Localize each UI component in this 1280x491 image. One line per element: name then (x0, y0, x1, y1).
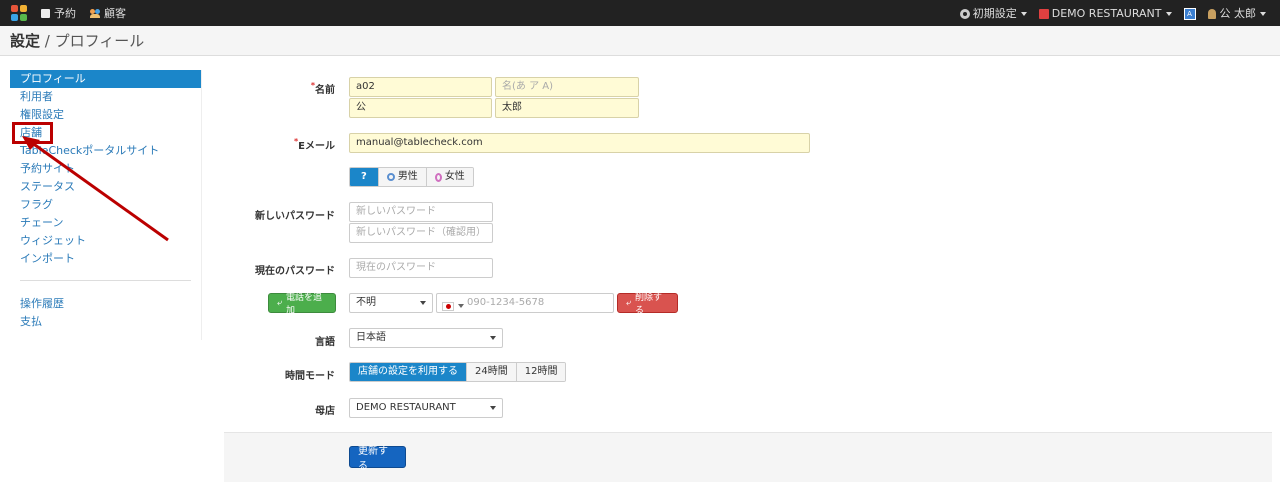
submit-button[interactable]: 更新する (349, 446, 406, 472)
gender-unknown-button[interactable]: ? (350, 168, 379, 186)
page-section: 設定 (10, 32, 41, 50)
time-mode-12h-button[interactable]: 12時間 (516, 363, 566, 381)
phone-type-select[interactable]: 不明 (349, 293, 433, 313)
current-password-input[interactable]: 現在のパスワード (349, 258, 493, 278)
current-password-label: 現在のパスワード (255, 266, 335, 277)
app-logo[interactable] (11, 5, 27, 21)
male-icon (386, 173, 395, 181)
gender-toggle: ? 男性 女性 (349, 167, 474, 187)
new-password-input[interactable]: 新しいパスワード (349, 202, 493, 222)
language-label: 言語 (315, 337, 335, 348)
user-menu[interactable]: 公 太郎 (1207, 5, 1266, 21)
time-mode-label: 時間モード (285, 371, 335, 382)
name-kana-first-input[interactable]: a02 (349, 77, 492, 97)
restaurant-menu[interactable]: DEMO RESTAURANT (1038, 7, 1172, 20)
user-icon (1207, 9, 1216, 19)
nav-customers[interactable]: 顧客 (90, 5, 126, 21)
sidebar-divider (20, 280, 191, 281)
caret-down-icon (1165, 11, 1172, 16)
sidebar-item-import[interactable]: インポート (10, 250, 201, 268)
last-name-input[interactable]: 公 (349, 98, 492, 118)
annotation-arrow (22, 136, 169, 242)
phone-add-icon: ⤶ (277, 298, 283, 308)
header-separator: / (40, 31, 55, 50)
new-password-label: 新しいパスワード (255, 211, 335, 222)
new-password-confirm-input[interactable]: 新しいパスワード（確認用） (349, 223, 493, 243)
users-icon (90, 8, 100, 18)
translate-button[interactable]: A (1183, 7, 1196, 20)
first-name-input[interactable]: 太郎 (495, 98, 639, 118)
gender-male-button[interactable]: 男性 (378, 168, 427, 186)
top-navbar: 予約 顧客 初期設定 DEMO RESTAURANT A 公 太郎 (0, 0, 1280, 26)
home-store-label: 母店 (315, 406, 335, 417)
female-icon (434, 172, 442, 182)
nav-reservations[interactable]: 予約 (41, 5, 76, 21)
time-mode-toggle: 店舗の設定を利用する 24時間 12時間 (349, 362, 567, 382)
form-actions: 更新する (224, 432, 1272, 482)
email-label: *Eメール (293, 137, 335, 152)
add-phone-button[interactable]: ⤶ 電話を追加 (268, 293, 336, 316)
caret-down-icon (1260, 12, 1266, 16)
home-store-select[interactable]: DEMO RESTAURANT (349, 398, 503, 418)
restaurant-icon (1038, 8, 1049, 19)
translate-icon: A (1183, 7, 1196, 20)
name-kana-last-input[interactable]: 名(あ ア A) (495, 77, 639, 97)
sidebar-item-history[interactable]: 操作履歴 (10, 295, 201, 313)
caret-down-icon (458, 304, 464, 308)
gender-female-button[interactable]: 女性 (426, 168, 473, 186)
caret-down-icon (490, 336, 496, 340)
page-title: プロフィール (54, 32, 145, 50)
language-select[interactable]: 日本語 (349, 328, 503, 348)
japan-flag-icon (442, 301, 454, 311)
gear-icon (959, 9, 970, 19)
time-mode-store-button[interactable]: 店舗の設定を利用する (350, 363, 467, 381)
book-icon (41, 8, 50, 18)
page-header: 設定 / プロフィール (0, 26, 1280, 56)
email-input[interactable]: manual@tablecheck.com (349, 133, 810, 153)
delete-icon: ⤶ (626, 298, 632, 308)
name-label: *名前 (310, 81, 335, 96)
country-flag-select[interactable] (442, 298, 464, 316)
caret-down-icon (490, 406, 496, 410)
delete-phone-button[interactable]: ⤶ 削除する (617, 293, 678, 316)
settings-menu[interactable]: 初期設定 (959, 5, 1027, 21)
time-mode-24h-button[interactable]: 24時間 (467, 363, 517, 381)
sidebar-item-profile[interactable]: プロフィール (10, 70, 201, 88)
phone-number-input[interactable]: 090-1234-5678 (436, 293, 614, 313)
sidebar-item-billing[interactable]: 支払 (10, 313, 201, 331)
caret-down-icon (1020, 12, 1027, 16)
caret-down-icon (420, 301, 426, 305)
sidebar-item-users[interactable]: 利用者 (10, 88, 201, 106)
